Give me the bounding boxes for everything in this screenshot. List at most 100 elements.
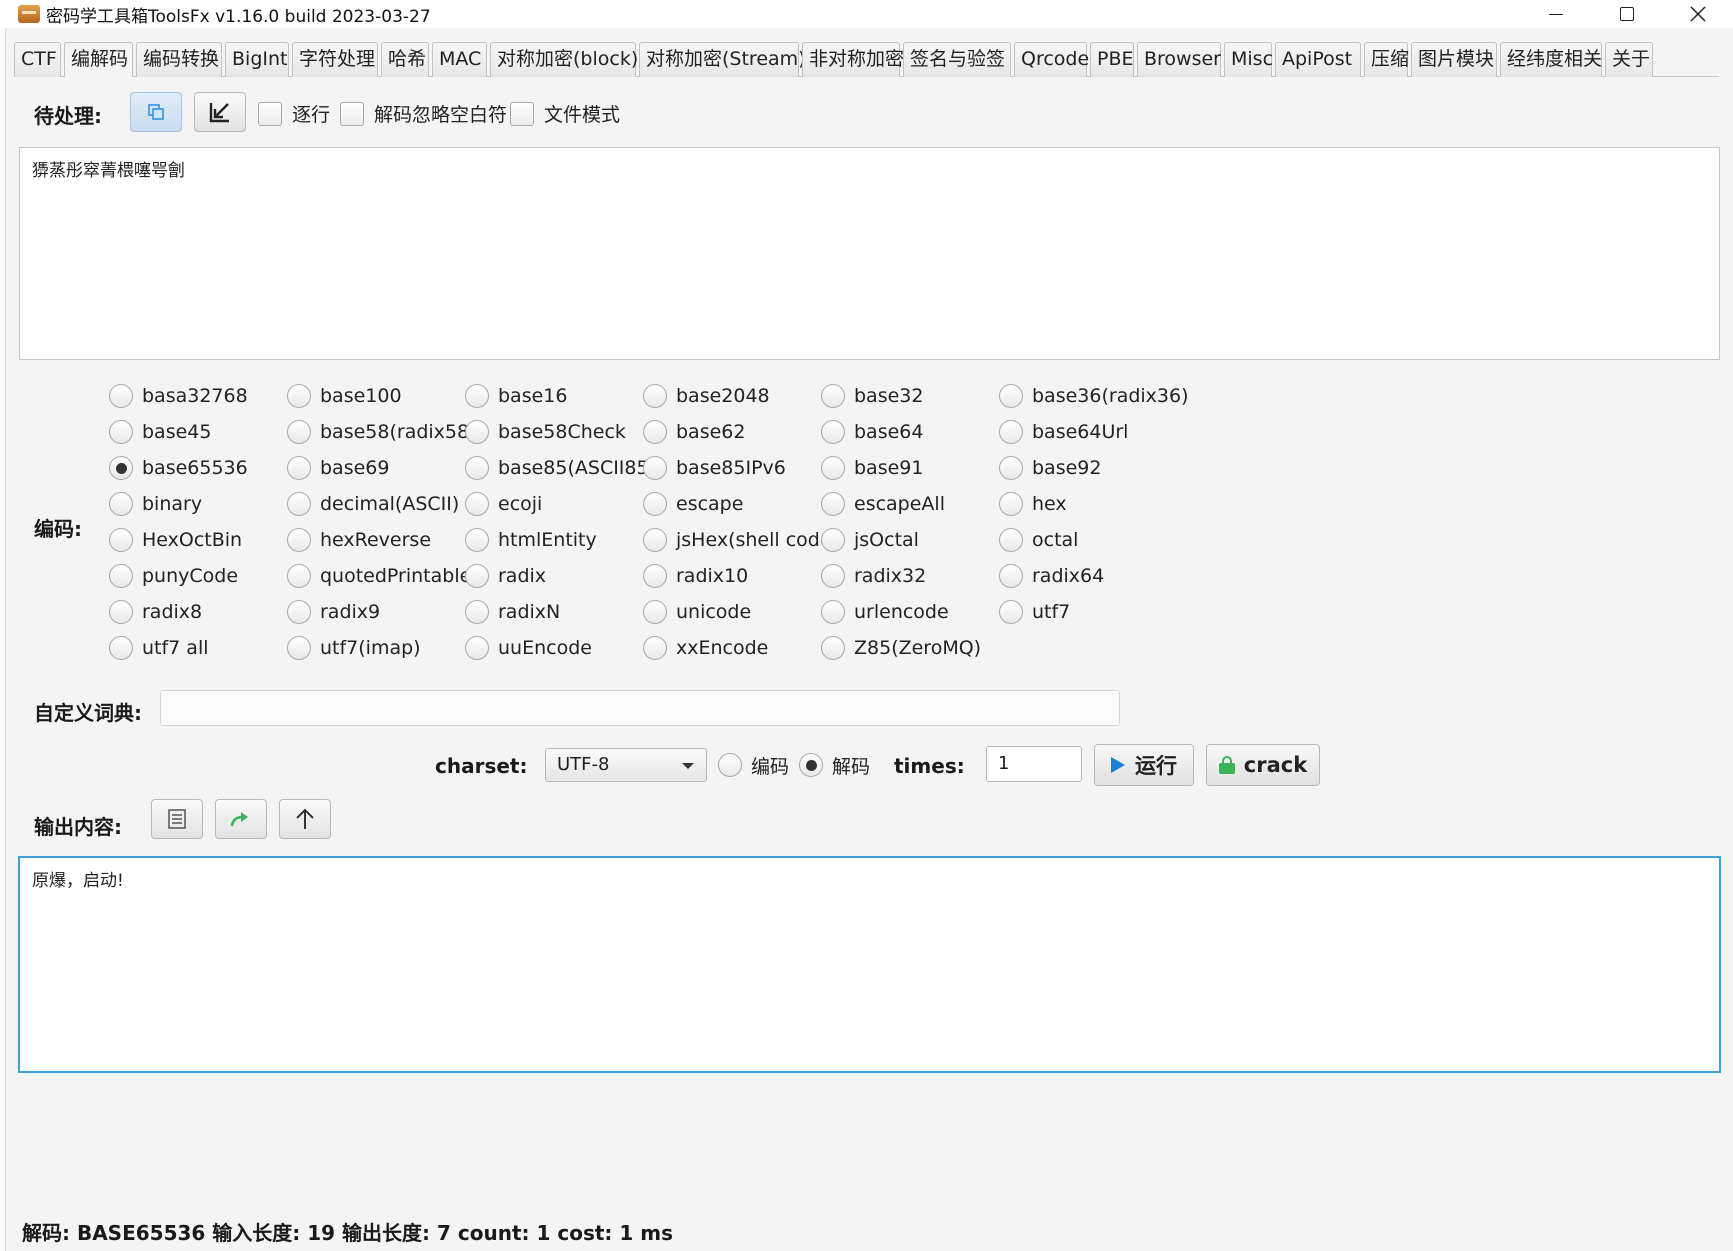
run-button[interactable]: 运行 (1094, 744, 1194, 786)
encoding-option[interactable]: escapeAll (821, 490, 945, 518)
encoding-radio-dot[interactable] (999, 600, 1023, 624)
encoding-radio-dot[interactable] (465, 600, 489, 624)
encoding-option[interactable]: base45 (109, 418, 211, 446)
encoding-radio-dot[interactable] (999, 492, 1023, 516)
encoding-option[interactable]: basa32768 (109, 382, 248, 410)
encoding-radio-dot[interactable] (999, 528, 1023, 552)
tab-4[interactable]: 字符处理 (292, 42, 378, 77)
tab-17[interactable]: 图片模块 (1411, 42, 1497, 77)
encoding-radio-dot[interactable] (109, 384, 133, 408)
decode-mode-radio[interactable]: 解码 (799, 751, 870, 779)
tab-8[interactable]: 对称加密(Stream) (639, 42, 806, 77)
encoding-option[interactable]: base64Url (999, 418, 1128, 446)
encoding-option[interactable]: base85(ASCII85) (465, 454, 656, 482)
move-up-button[interactable] (279, 799, 331, 839)
encoding-radio-dot[interactable] (643, 384, 667, 408)
encoding-radio-dot[interactable] (287, 456, 311, 480)
encoding-option[interactable]: quotedPrintable (287, 562, 471, 590)
encoding-option[interactable]: base2048 (643, 382, 770, 410)
encoding-option[interactable]: punyCode (109, 562, 238, 590)
output-textarea[interactable]: 原爆，启动! (18, 856, 1721, 1073)
copy-output-button[interactable] (151, 799, 203, 839)
encoding-option[interactable]: unicode (643, 598, 751, 626)
forward-output-button[interactable] (215, 799, 267, 839)
encoding-radio-dot[interactable] (999, 420, 1023, 444)
encoding-radio-dot[interactable] (821, 456, 845, 480)
encoding-option[interactable]: utf7(imap) (287, 634, 421, 662)
encoding-option[interactable]: utf7 (999, 598, 1070, 626)
encoding-option[interactable]: radix9 (287, 598, 380, 626)
encoding-option[interactable]: base58Check (465, 418, 626, 446)
encoding-radio-dot[interactable] (643, 456, 667, 480)
encoding-radio-dot[interactable] (821, 384, 845, 408)
input-textarea[interactable]: 㺛蒸彤窣菁椳噻咢劊 (19, 147, 1720, 360)
tab-19[interactable]: 关于 (1605, 42, 1653, 77)
tab-11[interactable]: Qrcode (1014, 42, 1089, 77)
encoding-radio-dot[interactable] (821, 564, 845, 588)
encoding-option[interactable]: radix32 (821, 562, 926, 590)
encoding-option[interactable]: radix (465, 562, 546, 590)
encoding-radio-dot[interactable] (643, 564, 667, 588)
encode-mode-dot[interactable] (718, 753, 742, 777)
encoding-radio-dot[interactable] (821, 636, 845, 660)
tab-7[interactable]: 对称加密(block) (490, 42, 638, 77)
encoding-radio-dot[interactable] (643, 492, 667, 516)
encoding-radio-dot[interactable] (821, 528, 845, 552)
tab-2[interactable]: 编码转换 (136, 42, 222, 77)
tab-10[interactable]: 签名与验签 (903, 42, 1011, 77)
ignore-whitespace-checkbox[interactable] (340, 101, 364, 126)
encoding-option[interactable]: base32 (821, 382, 923, 410)
file-mode-checkbox[interactable] (510, 101, 534, 126)
encoding-radio-dot[interactable] (999, 564, 1023, 588)
file-mode-option[interactable]: 文件模式 (510, 100, 620, 127)
encoding-radio-dot[interactable] (999, 384, 1023, 408)
minimize-button[interactable] (1520, 0, 1591, 28)
encoding-radio-dot[interactable] (465, 456, 489, 480)
encoding-radio-dot[interactable] (287, 384, 311, 408)
encoding-option[interactable]: utf7 all (109, 634, 209, 662)
copy-input-button[interactable] (130, 92, 182, 132)
encoding-radio-dot[interactable] (643, 420, 667, 444)
encoding-option[interactable]: xxEncode (643, 634, 768, 662)
decode-mode-dot[interactable] (799, 753, 823, 777)
tab-13[interactable]: Browser (1137, 42, 1221, 77)
tab-18[interactable]: 经纬度相关 (1500, 42, 1602, 77)
encoding-option[interactable]: base58(radix58) (287, 418, 477, 446)
encoding-radio-dot[interactable] (109, 636, 133, 660)
encoding-option[interactable]: decimal(ASCII) (287, 490, 459, 518)
tab-0[interactable]: CTF (14, 42, 61, 77)
encoding-radio-dot[interactable] (287, 600, 311, 624)
tab-9[interactable]: 非对称加密 (802, 42, 904, 77)
encoding-option[interactable]: escape (643, 490, 743, 518)
encoding-radio-dot[interactable] (643, 636, 667, 660)
encoding-radio-dot[interactable] (821, 420, 845, 444)
close-button[interactable] (1662, 0, 1733, 28)
crack-button[interactable]: crack (1206, 744, 1320, 786)
custom-dict-input[interactable] (160, 690, 1120, 726)
encoding-radio-dot[interactable] (465, 420, 489, 444)
encoding-option[interactable]: HexOctBin (109, 526, 242, 554)
tab-6[interactable]: MAC (432, 42, 487, 77)
encode-mode-radio[interactable]: 编码 (718, 751, 789, 779)
encoding-radio-dot[interactable] (287, 528, 311, 552)
encoding-option[interactable]: base69 (287, 454, 389, 482)
encoding-radio-dot[interactable] (821, 492, 845, 516)
encoding-option[interactable]: radix64 (999, 562, 1104, 590)
encoding-radio-dot[interactable] (109, 528, 133, 552)
times-input[interactable]: 1 (986, 746, 1082, 782)
encoding-option[interactable]: htmlEntity (465, 526, 597, 554)
encoding-option[interactable]: Z85(ZeroMQ) (821, 634, 981, 662)
encoding-radio-dot[interactable] (465, 492, 489, 516)
encoding-radio-dot[interactable] (999, 456, 1023, 480)
tab-1[interactable]: 编解码 (64, 42, 133, 77)
encoding-option[interactable]: urlencode (821, 598, 949, 626)
encoding-option[interactable]: radix8 (109, 598, 202, 626)
encoding-option[interactable]: octal (999, 526, 1078, 554)
encoding-radio-dot[interactable] (465, 384, 489, 408)
encoding-option[interactable]: base92 (999, 454, 1101, 482)
encoding-radio-dot[interactable] (643, 528, 667, 552)
line-by-line-option[interactable]: 逐行 (258, 100, 330, 127)
encoding-option[interactable]: radixN (465, 598, 560, 626)
encoding-radio-dot[interactable] (287, 636, 311, 660)
encoding-option[interactable]: base36(radix36) (999, 382, 1189, 410)
